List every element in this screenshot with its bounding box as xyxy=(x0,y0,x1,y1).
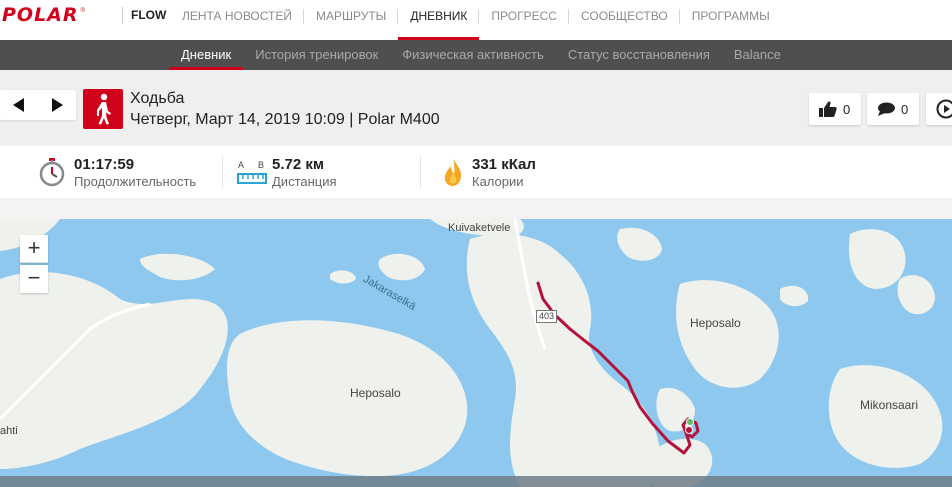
sport-name: Ходьба xyxy=(130,90,185,107)
distance-label: Дистанция xyxy=(272,173,337,189)
session-header: Ходьба Четверг, Март 14, 2019 10:09 | Po… xyxy=(0,70,952,146)
tab-physical-activity[interactable]: Физическая активность xyxy=(390,40,556,70)
zoom-out-button[interactable]: − xyxy=(20,265,48,293)
nav-item-news-feed[interactable]: ЛЕНТА НОВОСТЕЙ xyxy=(170,0,304,40)
logo-text: POLAR xyxy=(2,4,79,26)
nav-item-label: СООБЩЕСТВО xyxy=(580,9,668,23)
sub-menu: Дневник История тренировок Физическая ак… xyxy=(169,40,793,70)
arrow-left-icon xyxy=(13,98,24,112)
comment-button[interactable]: 0 xyxy=(867,93,919,125)
nav-item-community[interactable]: СООБЩЕСТВО xyxy=(569,0,680,40)
map-label-kuivaketvele: Kuivaketvele xyxy=(448,222,511,234)
like-count: 0 xyxy=(843,101,851,117)
flame-icon xyxy=(444,158,462,186)
map-label-heposalo-east: Heposalo xyxy=(690,316,741,330)
session-date-device: Четверг, Март 14, 2019 10:09 | Polar M40… xyxy=(130,111,440,128)
next-session-button[interactable] xyxy=(48,96,66,114)
nav-item-routes[interactable]: МАРШРУТЫ xyxy=(304,0,399,40)
play-circle-icon xyxy=(936,99,952,119)
thumbs-up-icon xyxy=(819,101,837,117)
tab-diary[interactable]: Дневник xyxy=(169,40,244,70)
route-map[interactable]: Kuivaketvele Jakaraselkä Heposalo Heposa… xyxy=(0,219,952,487)
duration-label: Продолжительность xyxy=(74,173,197,189)
calories-stat: 331 кКал Калории xyxy=(442,154,536,190)
distance-value: 5.72 км xyxy=(272,155,324,173)
like-button[interactable]: 0 xyxy=(809,93,861,125)
duration-value: 01:17:59 xyxy=(74,155,135,173)
map-bottom-bar xyxy=(0,476,952,487)
section-spacer xyxy=(0,198,952,219)
nav-item-diary[interactable]: ДНЕВНИК xyxy=(398,0,480,40)
tab-recovery-status[interactable]: Статус восстановления xyxy=(556,40,722,70)
road-number-badge: 403 xyxy=(536,310,558,323)
duration-stat: 01:17:59 Продолжительность xyxy=(38,154,196,190)
distance-ruler-icon: A B xyxy=(237,157,267,187)
stat-divider xyxy=(420,156,421,188)
nav-item-label: ПРОГРАММЫ xyxy=(691,9,770,23)
map-label-mikonsaari: Mikonsaari xyxy=(860,398,919,412)
nav-divider xyxy=(122,7,123,24)
tab-training-history[interactable]: История тренировок xyxy=(243,40,390,70)
replay-button[interactable] xyxy=(926,93,952,125)
nav-item-label: ПРОГРЕСС xyxy=(491,9,557,23)
map-label-ahti: ahti xyxy=(0,425,18,437)
registered-mark: ® xyxy=(80,8,85,14)
map-label-heposalo-west: Heposalo xyxy=(350,386,401,400)
walking-person-icon xyxy=(83,89,123,129)
calories-label: Калории xyxy=(472,173,524,189)
nav-item-label: ЛЕНТА НОВОСТЕЙ xyxy=(182,9,292,23)
session-summary: 01:17:59 Продолжительность A B 5.72 км Д… xyxy=(0,146,952,198)
polar-logo[interactable]: POLAR ® xyxy=(2,4,85,26)
main-menu: ЛЕНТА НОВОСТЕЙ МАРШРУТЫ ДНЕВНИК ПРОГРЕСС… xyxy=(170,0,782,40)
comment-count: 0 xyxy=(901,101,909,117)
ruler-graphic xyxy=(237,173,267,184)
stopwatch-icon xyxy=(39,158,65,187)
map-canvas xyxy=(0,219,943,487)
calories-value: 331 кКал xyxy=(472,155,536,173)
zoom-in-button[interactable]: + xyxy=(20,235,48,263)
app-name: FLOW xyxy=(131,8,167,22)
sub-navigation: Дневник История тренировок Физическая ак… xyxy=(0,40,952,70)
nav-item-programs[interactable]: ПРОГРАММЫ xyxy=(680,0,782,40)
arrow-right-icon xyxy=(52,98,63,112)
top-navigation: POLAR ® FLOW ЛЕНТА НОВОСТЕЙ МАРШРУТЫ ДНЕ… xyxy=(0,0,952,40)
nav-item-label: МАРШРУТЫ xyxy=(315,9,387,23)
session-pager xyxy=(0,90,76,120)
distance-stat: A B 5.72 км Дистанция xyxy=(237,154,337,190)
nav-item-progress[interactable]: ПРОГРЕСС xyxy=(479,0,569,40)
stat-divider xyxy=(222,156,223,188)
tab-balance[interactable]: Balance xyxy=(722,40,793,70)
nav-item-label: ДНЕВНИК xyxy=(410,9,468,23)
marker-b: B xyxy=(258,160,265,170)
comment-bubble-icon xyxy=(878,102,895,116)
marker-a: A xyxy=(238,160,245,170)
previous-session-button[interactable] xyxy=(10,96,28,114)
